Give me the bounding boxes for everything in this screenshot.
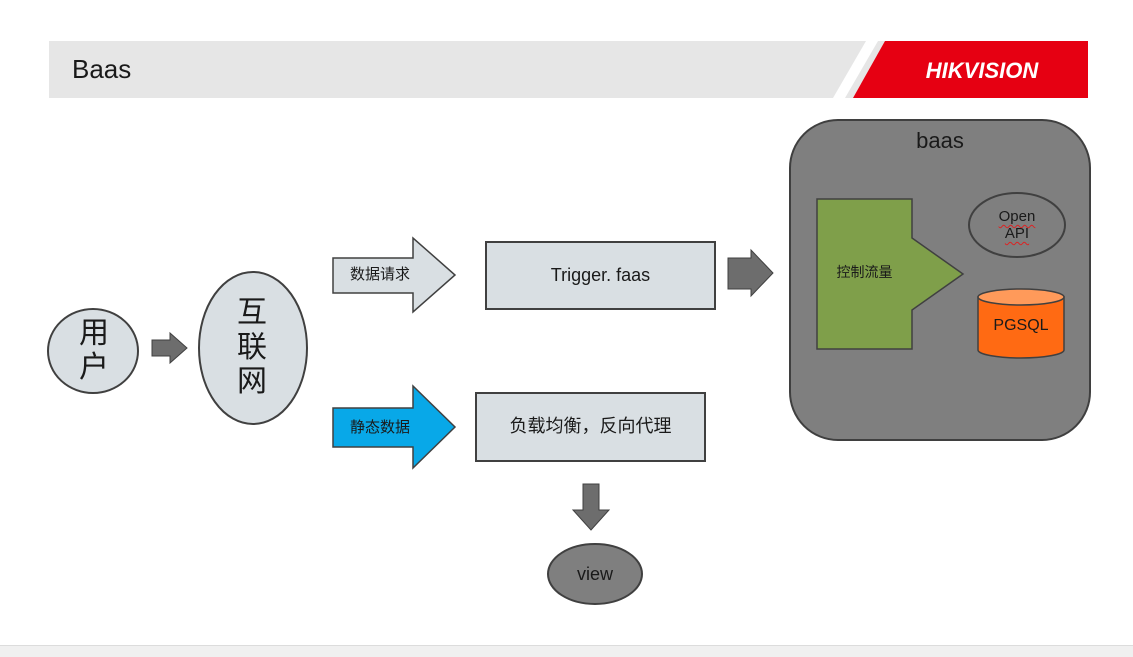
open-api-text: Open API [998, 207, 1036, 242]
footer-bar [0, 645, 1133, 657]
view-label: view [576, 563, 613, 584]
hikvision-logo: HIKVISION [833, 41, 1088, 98]
trigger-label: Trigger. faas [486, 242, 715, 309]
trigger-text: Trigger. faas [550, 265, 651, 286]
arrow-down-to-view [571, 483, 611, 531]
baas-title: baas [916, 128, 964, 154]
arrow-trigger-to-baas [727, 248, 774, 298]
data-request-label: 数据请求 [349, 265, 410, 284]
control-flow-label: 控制流量 [836, 264, 893, 281]
svg-text:HIKVISION: HIKVISION [926, 58, 1040, 83]
static-data-label: 静态数据 [349, 418, 410, 437]
diagram-canvas: HIKVISION [47, 41, 1091, 605]
load-balance-label: 负载均衡，反向代理 [509, 415, 672, 437]
open-api-label: Open API [985, 203, 1049, 247]
user-label: 用户 [79, 315, 109, 385]
arrow-user-to-internet [151, 331, 188, 365]
pgsql-label: PGSQL [993, 316, 1049, 334]
internet-label: 互联网 [237, 295, 267, 400]
